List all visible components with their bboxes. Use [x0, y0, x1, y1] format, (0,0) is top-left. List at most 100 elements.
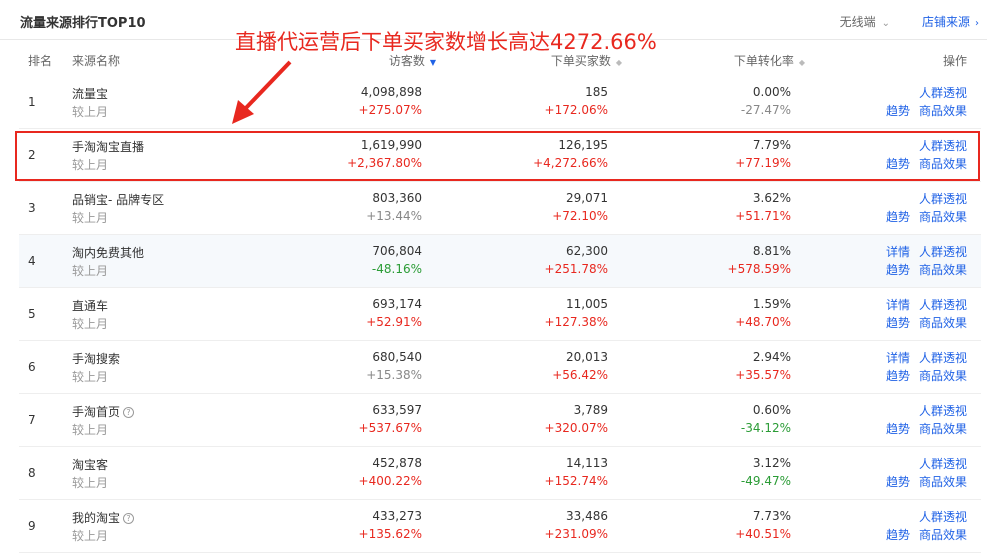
chevron-down-icon: ⌄ — [881, 18, 890, 29]
col-actions: 操作 — [942, 54, 967, 68]
row-actions-bottom: 趋势 商品效果 — [877, 473, 967, 490]
action-link[interactable]: 商品效果 — [919, 528, 967, 542]
visitors-value: 680,540 — [372, 350, 422, 364]
buyers-value: 14,113 — [566, 456, 608, 470]
conversion-value: 0.00% — [752, 85, 791, 99]
action-link[interactable]: 商品效果 — [919, 210, 967, 224]
buyers-change: +152.74% — [544, 474, 608, 488]
action-link[interactable]: 人群透视 — [919, 351, 967, 365]
action-link[interactable]: 人群透视 — [919, 510, 967, 524]
action-link[interactable]: 人群透视 — [919, 245, 967, 259]
col-rank: 排名 — [28, 54, 53, 68]
table-row: 4 淘内免费其他 较上月 706,804 -48.16% 62,300 +251.78% 8.… — [19, 235, 981, 288]
action-link[interactable]: 商品效果 — [919, 316, 967, 330]
source-name-label: 淘内免费其他 — [72, 246, 145, 260]
col-conversion[interactable]: 下单转化率 ◆ — [734, 52, 805, 69]
action-link[interactable]: 人群透视 — [919, 298, 967, 312]
action-link[interactable]: 详情 — [886, 351, 910, 365]
row-actions-top: 人群透视 — [910, 402, 967, 419]
help-icon[interactable]: ? — [123, 407, 135, 418]
conversion-value: 1.59% — [752, 297, 791, 311]
help-icon[interactable]: ? — [123, 513, 135, 524]
device-select[interactable]: 无线端 ⌄ — [840, 13, 890, 30]
sort-icon: ◆ — [798, 58, 805, 67]
action-link[interactable]: 商品效果 — [919, 369, 967, 383]
source-name: 淘宝客 — [72, 456, 108, 473]
visitors-change: +13.44% — [366, 209, 422, 223]
row-actions-top: 人群透视 — [910, 455, 967, 472]
shop-source-link-label: 店铺来源 — [921, 15, 970, 29]
table-row: 1 流量宝 较上月 4,098,898 +275.07% 185 +172.06% 0.00%… — [19, 76, 981, 129]
conversion-change: +77.19% — [735, 156, 791, 170]
annotation-text: 直播代运营后下单买家数增长高达4272.66% — [235, 30, 657, 54]
source-name: 直通车 — [72, 297, 108, 314]
table-row: 2 手淘淘宝直播 较上月 1,619,990 +2,367.80% 126,195 +4,2… — [19, 129, 981, 182]
source-name-label: 手淘搜索 — [72, 352, 121, 366]
action-link[interactable]: 商品效果 — [919, 157, 967, 171]
conversion-value: 3.12% — [752, 456, 791, 470]
action-link[interactable]: 人群透视 — [919, 457, 967, 471]
table-row: 3 品销宝- 品牌专区 较上月 803,360 +13.44% 29,071 +72.10%… — [19, 182, 981, 235]
action-link[interactable]: 人群透视 — [919, 86, 967, 100]
action-link[interactable]: 趋势 — [886, 263, 910, 277]
action-link[interactable]: 趋势 — [886, 316, 910, 330]
visitors-value: 452,878 — [372, 456, 422, 470]
conversion-change: +48.70% — [735, 315, 791, 329]
col-conversion-label: 下单转化率 — [733, 54, 794, 68]
action-link[interactable]: 趋势 — [886, 210, 910, 224]
visitors-change: +15.38% — [366, 368, 422, 382]
source-name-label: 我的淘宝 — [72, 511, 121, 525]
source-name: 手淘淘宝直播 — [72, 138, 144, 155]
conversion-change: +578.59% — [727, 262, 791, 276]
source-name-label: 品销宝- 品牌专区 — [72, 193, 165, 207]
table-row: 9 我的淘宝? 较上月 433,273 +135.62% 33,486 +231.09% 7.… — [19, 500, 981, 553]
visitors-value: 1,619,990 — [360, 138, 422, 152]
action-link[interactable]: 商品效果 — [919, 104, 967, 118]
row-actions-top: 人群透视 — [910, 84, 967, 101]
action-link[interactable]: 商品效果 — [919, 263, 967, 277]
row-actions-bottom: 趋势 商品效果 — [877, 261, 967, 278]
action-link[interactable]: 趋势 — [886, 157, 910, 171]
table-body: 1 流量宝 较上月 4,098,898 +275.07% 185 +172.06% 0.00%… — [19, 76, 981, 553]
action-link[interactable]: 趋势 — [886, 422, 910, 436]
buyers-value: 62,300 — [566, 244, 608, 258]
source-name-label: 手淘首页 — [72, 405, 121, 419]
row-actions-top: 详情 人群透视 — [877, 349, 967, 366]
visitors-value: 433,273 — [372, 509, 422, 523]
conversion-value: 3.62% — [752, 191, 791, 205]
rank-number: 5 — [28, 307, 36, 321]
action-link[interactable]: 人群透视 — [919, 139, 967, 153]
action-link[interactable]: 趋势 — [886, 475, 910, 489]
action-link[interactable]: 趋势 — [886, 369, 910, 383]
source-name: 手淘搜索 — [72, 350, 120, 367]
action-link[interactable]: 趋势 — [886, 104, 910, 118]
row-actions-bottom: 趋势 商品效果 — [877, 155, 967, 172]
action-link[interactable]: 详情 — [886, 245, 910, 259]
action-link[interactable]: 商品效果 — [919, 475, 967, 489]
compare-label: 较上月 — [72, 264, 109, 278]
action-link[interactable]: 详情 — [886, 298, 910, 312]
action-link[interactable]: 趋势 — [886, 528, 910, 542]
rank-number: 7 — [28, 413, 36, 427]
buyers-value: 3,789 — [573, 403, 608, 417]
compare-label: 较上月 — [72, 105, 109, 119]
buyers-change: +127.38% — [544, 315, 608, 329]
action-link[interactable]: 人群透视 — [919, 192, 967, 206]
row-actions-top: 人群透视 — [910, 190, 967, 207]
shop-source-link[interactable]: 店铺来源 › — [922, 13, 979, 30]
buyers-change: +231.09% — [544, 527, 608, 541]
col-buyers-label: 下单买家数 — [550, 54, 611, 68]
visitors-value: 4,098,898 — [360, 85, 422, 99]
conversion-change: +40.51% — [735, 527, 791, 541]
visitors-change: -48.16% — [371, 262, 422, 276]
conversion-change: +51.71% — [735, 209, 791, 223]
row-actions-top: 详情 人群透视 — [877, 243, 967, 260]
compare-label: 较上月 — [72, 476, 109, 490]
visitors-change: +135.62% — [358, 527, 422, 541]
conversion-value: 2.94% — [752, 350, 791, 364]
action-link[interactable]: 商品效果 — [919, 422, 967, 436]
source-name: 淘内免费其他 — [72, 244, 144, 261]
action-link[interactable]: 人群透视 — [919, 404, 967, 418]
buyers-change: +72.10% — [552, 209, 608, 223]
row-actions-bottom: 趋势 商品效果 — [877, 208, 967, 225]
